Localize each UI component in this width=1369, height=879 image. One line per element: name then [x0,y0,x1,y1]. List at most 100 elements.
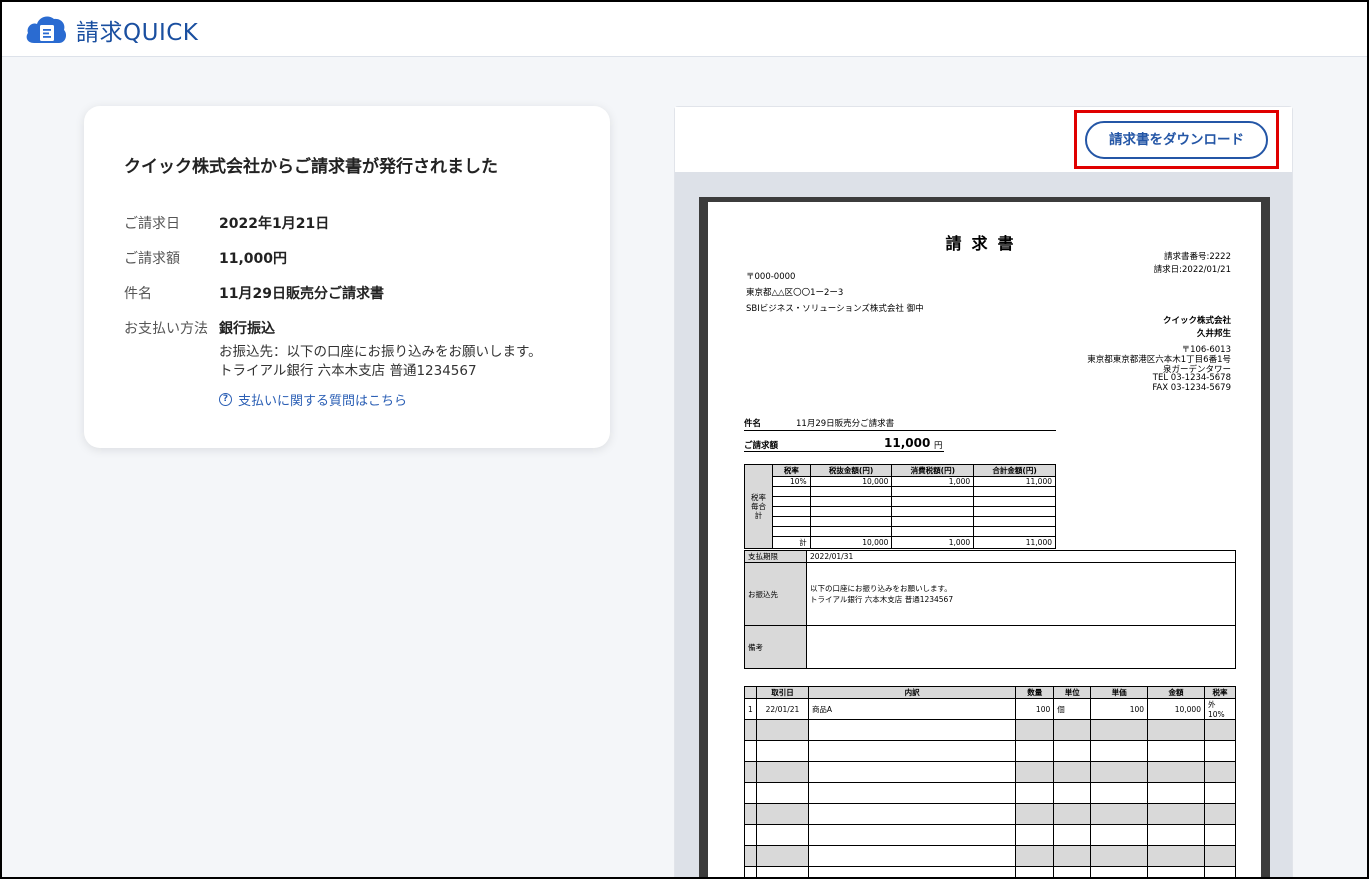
items-header-row: 取引日 内訳 数量 単位 単価 金額 税率 [744,686,1237,699]
tax-cell: 11,000 [973,476,1056,487]
amount-unit: 円 [934,441,943,451]
amount-line: ご請求額 11,000 円 [744,435,944,452]
items-row-empty [744,740,1237,762]
due-value: 2022/01/31 [806,550,1236,563]
items-cell: 22/01/21 [755,698,809,720]
tax-header: 税率 [772,464,811,477]
items-row-empty [744,782,1237,804]
question-circle-icon: ? [219,393,232,406]
invoice-preview-panel: 請求書をダウンロード 請求書 請求書番号:2222 請求日:2022/01/21… [674,106,1293,879]
info-value: 銀行振込 [219,321,275,337]
issuer-company: クイック株式会社 [1162,316,1231,326]
info-label: ご請求日 [124,216,180,232]
tax-total-cell: 1,000 [891,536,975,549]
line-items-table: 取引日 内訳 数量 単位 単価 金額 税率 1 22/01/21 商品A 100… [744,686,1237,879]
preview-toolbar: 請求書をダウンロード [675,107,1292,172]
amount-value: 11,000 [884,436,931,450]
tax-summary-table: 税率毎合計 税率 税抜金額(円) 消費税額(円) 合計金額(円) 10% 10,… [744,464,1056,549]
tax-row-empty [745,506,1056,517]
recipient-postal: 〒000-0000 [746,272,796,282]
help-link-label: 支払いに関する質問はこちら [238,394,408,409]
tax-header: 合計金額(円) [973,464,1056,477]
card-title: クイック株式会社からご請求書が発行されました [124,157,498,177]
subject-line: 件名 11月29日販売分ご請求書 [744,415,1056,431]
memo-label: 備考 [744,625,807,669]
items-row-empty [744,824,1237,846]
info-label: 件名 [124,286,152,302]
bank-label: お振込先 [744,562,807,626]
app-name-kanji: 請求 [76,20,123,46]
items-row-empty [744,866,1237,879]
issuer-fax: FAX 03-1234-5679 [1152,383,1231,393]
items-cell: 個 [1053,698,1092,720]
transfer-note: お振込先：以下の口座にお振り込みをお願いします。 トライアル銀行 六本木支店 普… [219,343,542,381]
tax-total-cell: 11,000 [973,536,1056,549]
invoice-info-card: クイック株式会社からご請求書が発行されました ご請求日 2022年1月21日 ご… [84,106,610,448]
info-value: 11,000円 [219,251,288,267]
items-header: 内訳 [807,686,1017,699]
items-header: 単価 [1090,686,1149,699]
tax-row-empty [745,516,1056,527]
tax-row-empty [745,526,1056,537]
items-cell: 100 [1015,698,1055,720]
tax-total-label: 計 [772,536,811,549]
cloud-document-icon [26,16,67,43]
items-header: 税率 [1203,686,1237,699]
items-header: 金額 [1147,686,1205,699]
items-cell: 外10% [1203,698,1237,720]
invoice-page: 請求書 請求書番号:2222 請求日:2022/01/21 〒000-0000 … [708,202,1261,879]
app-logo[interactable]: 請求QUICK [24,13,198,47]
items-header: 数量 [1015,686,1055,699]
memo-value [806,625,1236,669]
items-cell: 商品A [807,698,1017,720]
subject-value: 11月29日販売分ご請求書 [796,419,895,429]
invoice-date: 請求日:2022/01/21 [1153,265,1231,275]
tax-total-row: 計 10,000 1,000 11,000 [745,536,1056,549]
download-highlight-box: 請求書をダウンロード [1074,110,1279,169]
tax-header: 税抜金額(円) [809,464,893,477]
items-row-empty [744,803,1237,825]
payment-table: 支払期限 2022/01/31 お振込先 以下の口座にお振り込みをお願いします。… [744,550,1236,669]
transfer-note-line2: トライアル銀行 六本木支店 普通1234567 [219,363,477,379]
payment-help-link[interactable]: ? 支払いに関する質問はこちら [219,390,407,409]
tax-total-cell: 10,000 [809,536,893,549]
pdf-viewer[interactable]: 請求書 請求書番号:2222 請求日:2022/01/21 〒000-0000 … [675,172,1292,879]
due-label: 支払期限 [744,550,807,563]
items-header: 単位 [1053,686,1092,699]
issuer-tel: TEL 03-1234-5678 [1152,373,1231,383]
tax-cell: 10% [772,476,811,487]
items-row-empty [744,845,1237,867]
info-label: お支払い方法 [124,321,208,337]
items-cell: 10,000 [1147,698,1205,720]
app-name: 請求QUICK [76,13,198,47]
info-value: 2022年1月21日 [219,216,330,232]
invoice-number: 請求書番号:2222 [1164,252,1231,262]
items-header: 取引日 [755,686,809,699]
bank-line1: 以下の口座にお振り込みをお願いします。 [810,584,952,593]
app-name-latin: QUICK [123,20,199,46]
amount-label: ご請求額 [744,441,779,451]
recipient-name: SBIビジネス・ソリューションズ株式会社 御中 [746,304,924,314]
items-cell: 1 [744,698,757,720]
app-header: 請求QUICK [0,0,1369,57]
bank-line2: トライアル銀行 六本木支店 普通1234567 [810,595,954,604]
info-value: 11月29日販売分ご請求書 [219,286,384,302]
tax-cell: 10,000 [809,476,893,487]
items-cell: 100 [1090,698,1149,720]
tax-row: 10% 10,000 1,000 11,000 [745,476,1056,487]
tax-header: 消費税額(円) [891,464,975,477]
tax-row-empty [745,486,1056,497]
subject-label: 件名 [744,419,762,429]
items-row-empty [744,761,1237,783]
info-label: ご請求額 [124,251,180,267]
tax-row-empty [745,496,1056,507]
tax-side-label: 税率毎合計 [744,464,773,549]
transfer-note-line1: お振込先：以下の口座にお振り込みをお願いします。 [219,344,542,360]
tax-cell: 1,000 [891,476,975,487]
download-invoice-button[interactable]: 請求書をダウンロード [1085,121,1268,159]
items-row: 1 22/01/21 商品A 100 個 100 10,000 外10% [744,698,1237,720]
issuer-person: 久井邦生 [1196,329,1231,339]
recipient-address: 東京都△△区〇〇1ー2ー3 [746,288,844,298]
items-row-empty [744,719,1237,741]
bank-info: 以下の口座にお振り込みをお願いします。 トライアル銀行 六本木支店 普通1234… [806,562,1236,626]
